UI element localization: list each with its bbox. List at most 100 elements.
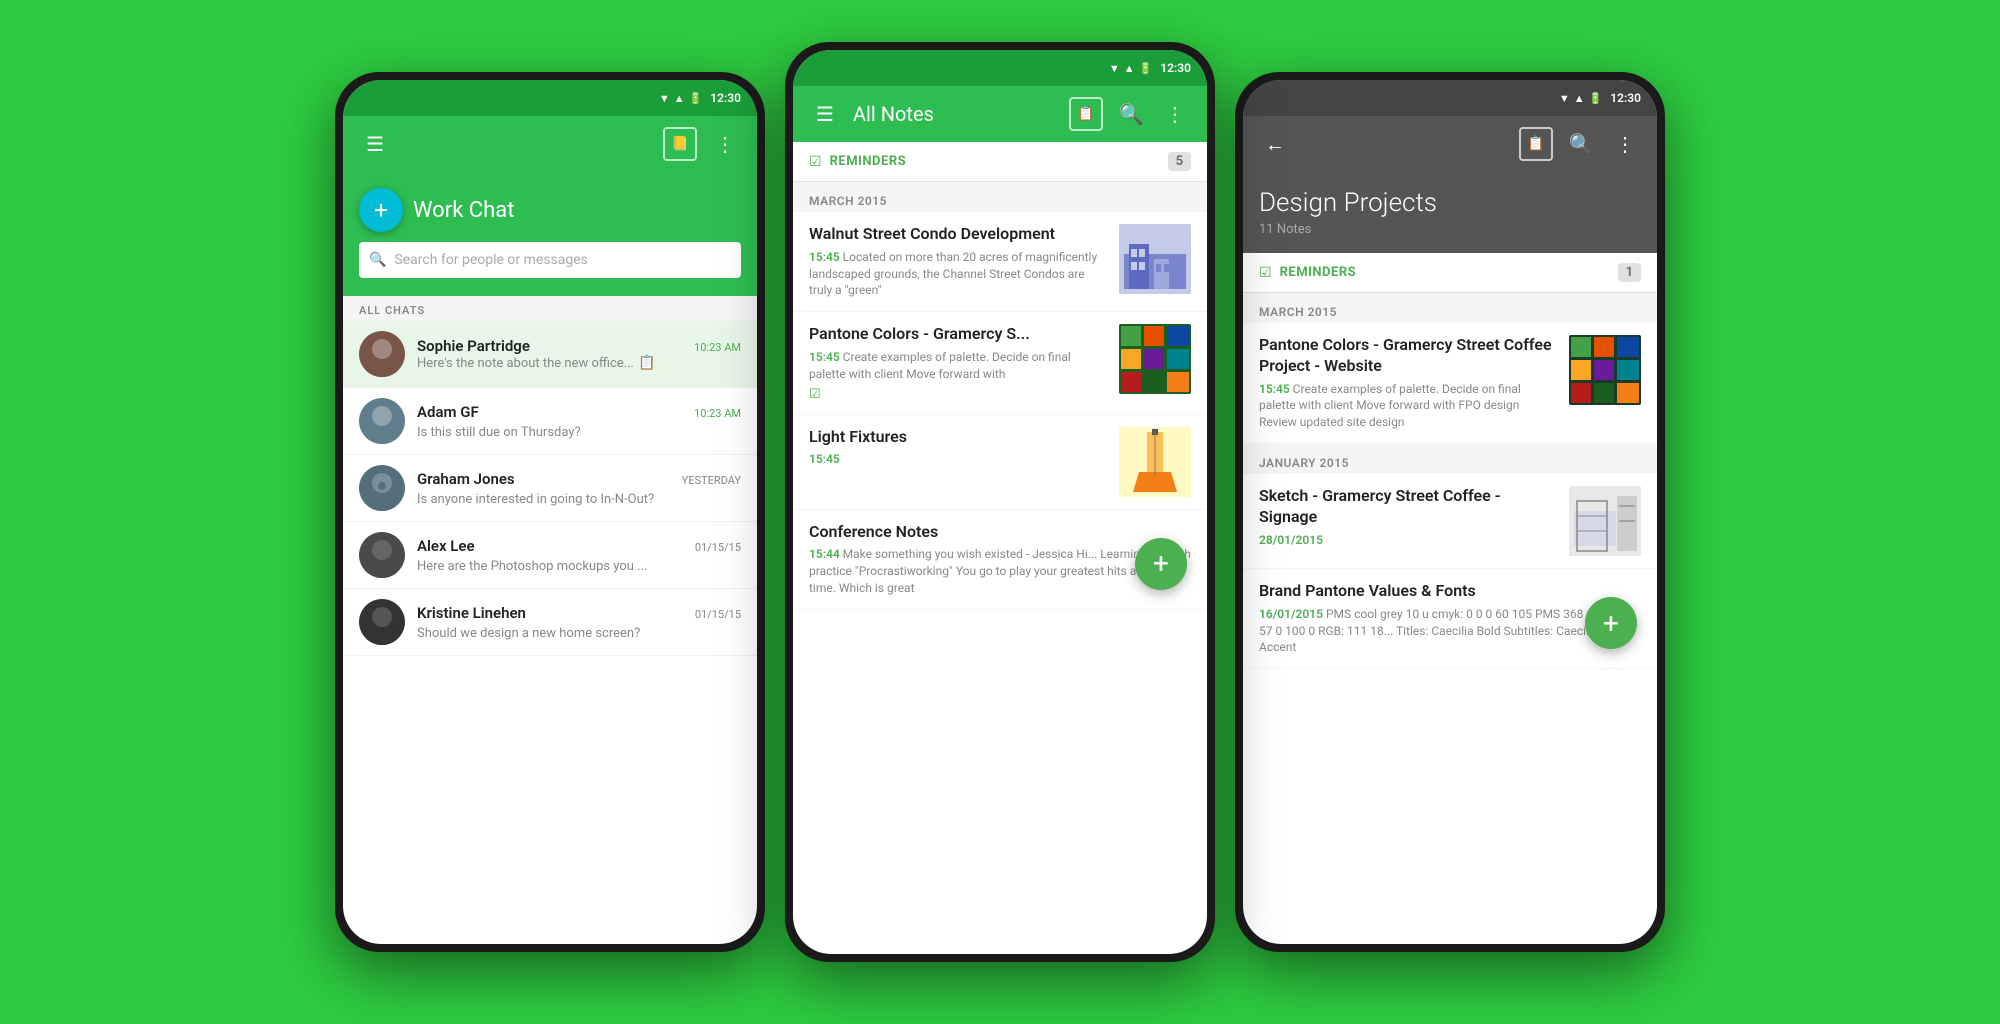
note-thumb-fixtures	[1119, 427, 1191, 497]
note-preview-sketch: 28/01/2015	[1259, 532, 1559, 549]
reminder-checkbox-icon: ☑	[809, 154, 822, 170]
chat-time-alex: 01/15/15	[695, 541, 741, 554]
add-note-fab-3[interactable]: +	[1585, 597, 1637, 649]
note-text-conference: Conference Notes 15:44 Make something yo…	[809, 522, 1191, 597]
back-icon-3[interactable]: ←	[1259, 128, 1291, 160]
wifi-icon-3: ▲	[1574, 92, 1585, 105]
chat-item-graham[interactable]: Graham Jones YESTERDAY Is anyone interes…	[343, 455, 757, 522]
notebook-icon-3[interactable]: 📋	[1519, 127, 1553, 161]
add-note-fab-2[interactable]: +	[1135, 538, 1187, 590]
chat-header: + Work Chat 🔍 Search for people or messa…	[343, 172, 757, 296]
notes-content: ☑ REMINDERS 5 MARCH 2015 Walnut Street C…	[793, 142, 1207, 610]
note-title-fixtures: Light Fixtures	[809, 427, 1109, 448]
more-icon-1[interactable]: ⋮	[709, 128, 741, 160]
chat-info-adam: Adam GF 10:23 AM Is this still due on Th…	[417, 403, 741, 440]
note-sketch[interactable]: Sketch - Gramercy Street Coffee - Signag…	[1243, 474, 1657, 568]
more-icon-3[interactable]: ⋮	[1609, 128, 1641, 160]
battery-icon-1: 🔋	[689, 92, 703, 105]
menu-icon-2[interactable]: ☰	[809, 98, 841, 130]
avatar-kristine	[359, 599, 405, 645]
chat-item-sophie[interactable]: Sophie Partridge 10:23 AM Here's the not…	[343, 321, 757, 388]
status-time-1: 12:30	[710, 91, 741, 105]
chat-msg-graham: Is anyone interested in going to In-N-Ou…	[417, 492, 654, 507]
month-label-jan-dp: JANUARY 2015	[1243, 444, 1657, 474]
toolbar-3: ← 📋 🔍 ⋮	[1243, 116, 1657, 172]
reminder-checkbox-icon-3: ☑	[1259, 265, 1272, 281]
month-label-march-dp: MARCH 2015	[1243, 293, 1657, 323]
note-fixtures[interactable]: Light Fixtures 15:45	[793, 415, 1207, 509]
status-icons-1: ▼ ▲ 🔋 12:30	[659, 91, 741, 105]
toolbar-1: ☰ 📒 ⋮	[343, 116, 757, 172]
notebook-icon-2[interactable]: 📋	[1069, 97, 1103, 131]
note-pantone[interactable]: Pantone Colors - Gramercy S... 15:45 Cre…	[793, 312, 1207, 413]
signal-icon-1: ▼	[659, 92, 670, 105]
chat-info-sophie: Sophie Partridge 10:23 AM Here's the not…	[417, 337, 741, 371]
chat-item-kristine[interactable]: Kristine Linehen 01/15/15 Should we desi…	[343, 589, 757, 656]
chat-msg-kristine: Should we design a new home screen?	[417, 626, 640, 641]
note-text-pantone: Pantone Colors - Gramercy S... 15:45 Cre…	[809, 324, 1109, 401]
chat-item-adam[interactable]: Adam GF 10:23 AM Is this still due on Th…	[343, 388, 757, 455]
chat-name-alex: Alex Lee	[417, 537, 475, 555]
status-icons-2: ▼ ▲ 🔋 12:30	[1109, 61, 1191, 75]
status-bar-2: ▼ ▲ 🔋 12:30	[793, 50, 1207, 86]
more-icon-2[interactable]: ⋮	[1159, 98, 1191, 130]
menu-icon-1[interactable]: ☰	[359, 128, 391, 160]
note-title-conference: Conference Notes	[809, 522, 1191, 543]
note-preview-walnut: 15:45 Located on more than 20 acres of m…	[809, 249, 1109, 299]
all-chats-label: ALL CHATS	[343, 296, 757, 321]
chat-title: Work Chat	[413, 198, 514, 223]
note-title-walnut: Walnut Street Condo Development	[809, 224, 1109, 245]
reminders-bar-3[interactable]: ☑ REMINDERS 1	[1243, 253, 1657, 293]
avatar-adam	[359, 398, 405, 444]
chat-time-kristine: 01/15/15	[695, 608, 741, 621]
reminders-label-3: REMINDERS	[1280, 265, 1618, 280]
chat-info-kristine: Kristine Linehen 01/15/15 Should we desi…	[417, 604, 741, 641]
toolbar-2: ☰ All Notes 📋 🔍 ⋮	[793, 86, 1207, 142]
signal-icon-2: ▼	[1109, 62, 1120, 75]
chat-name-adam: Adam GF	[417, 403, 479, 421]
note-preview-fixtures: 15:45	[809, 451, 1109, 468]
reminders-count-2: 5	[1168, 152, 1191, 171]
note-preview-pantone: 15:45 Create examples of palette. Decide…	[809, 349, 1109, 383]
dp-title: Design Projects	[1259, 188, 1641, 218]
phone-1-work-chat: ▼ ▲ 🔋 12:30 ☰ 📒 ⋮ + Work Chat	[335, 72, 765, 952]
search-icon-3[interactable]: 🔍	[1565, 128, 1597, 160]
chat-name-kristine: Kristine Linehen	[417, 604, 526, 622]
note-text-brand-pantone: Brand Pantone Values & Fonts 16/01/2015 …	[1259, 581, 1641, 656]
note-thumb-sketch	[1569, 486, 1641, 556]
phone-2-all-notes: ▼ ▲ 🔋 12:30 ☰ All Notes 📋 🔍 ⋮ ☑ REMIND	[785, 42, 1215, 962]
chat-msg-alex: Here are the Photoshop mockups you ...	[417, 559, 647, 574]
reminders-bar-2[interactable]: ☑ REMINDERS 5	[793, 142, 1207, 182]
note-thumb-pantone-dp	[1569, 335, 1641, 405]
note-pantone-dp[interactable]: Pantone Colors - Gramercy Street Coffee …	[1243, 323, 1657, 443]
battery-icon-2: 🔋	[1139, 62, 1153, 75]
all-notes-title: All Notes	[853, 102, 1057, 126]
wifi-icon-1: ▲	[674, 92, 685, 105]
chat-item-alex[interactable]: Alex Lee 01/15/15 Here are the Photoshop…	[343, 522, 757, 589]
chat-time-adam: 10:23 AM	[694, 407, 741, 420]
search-placeholder-1: Search for people or messages	[394, 252, 587, 268]
note-preview-pantone-dp: 15:45 Create examples of palette. Decide…	[1259, 381, 1559, 431]
status-time-2: 12:30	[1160, 61, 1191, 75]
avatar-graham	[359, 465, 405, 511]
dp-notes-content: ☑ REMINDERS 1 MARCH 2015 Pantone Colors …	[1243, 253, 1657, 669]
note-thumb-pantone	[1119, 324, 1191, 394]
note-text-fixtures: Light Fixtures 15:45	[809, 427, 1109, 469]
note-text-pantone-dp: Pantone Colors - Gramercy Street Coffee …	[1259, 335, 1559, 431]
chat-info-graham: Graham Jones YESTERDAY Is anyone interes…	[417, 470, 741, 507]
battery-icon-3: 🔋	[1589, 92, 1603, 105]
reminders-count-3: 1	[1618, 263, 1641, 282]
chat-search-bar[interactable]: 🔍 Search for people or messages	[359, 242, 741, 278]
note-text-walnut: Walnut Street Condo Development 15:45 Lo…	[809, 224, 1109, 299]
note-text-sketch: Sketch - Gramercy Street Coffee - Signag…	[1259, 486, 1559, 548]
search-icon-2[interactable]: 🔍	[1115, 98, 1147, 130]
signal-icon-3: ▼	[1559, 92, 1570, 105]
note-walnut[interactable]: Walnut Street Condo Development 15:45 Lo…	[793, 212, 1207, 311]
notebook-icon-1[interactable]: 📒	[663, 127, 697, 161]
chat-time-graham: YESTERDAY	[682, 474, 741, 487]
note-title-brand-pantone: Brand Pantone Values & Fonts	[1259, 581, 1641, 602]
status-bar-3: ▼ ▲ 🔋 12:30	[1243, 80, 1657, 116]
status-bar-1: ▼ ▲ 🔋 12:30	[343, 80, 757, 116]
add-chat-fab[interactable]: +	[359, 188, 403, 232]
chat-msg-sophie: Here's the note about the new office...	[417, 356, 634, 371]
